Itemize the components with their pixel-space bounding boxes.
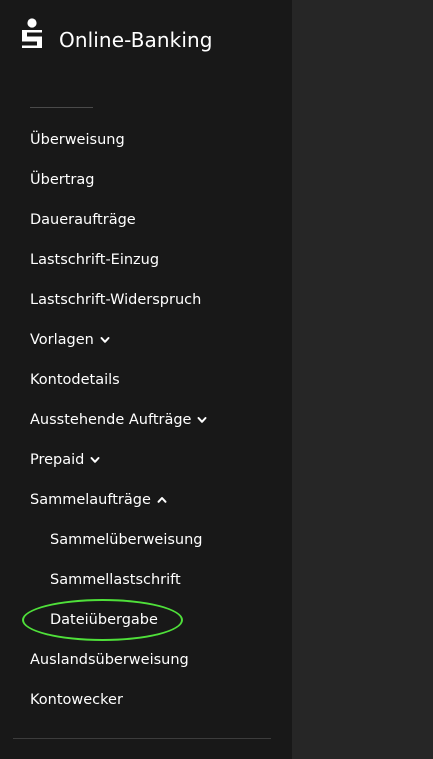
nav-item-label: Übertrag xyxy=(30,172,95,188)
nav-item-label: Sammellastschrift xyxy=(50,572,181,588)
nav-item-uebertrag[interactable]: Übertrag xyxy=(0,160,292,200)
nav-item-kontowecker[interactable]: Kontowecker xyxy=(0,680,292,720)
nav-item-dateiuebergabe[interactable]: Dateiübergabe xyxy=(0,600,292,640)
nav-item-sammellastschrift[interactable]: Sammellastschrift xyxy=(0,560,292,600)
nav-item-label: Lastschrift-Widerspruch xyxy=(30,292,202,308)
chevron-up-icon xyxy=(157,495,167,505)
brand-title: Online-Banking xyxy=(59,28,213,52)
sparkasse-logo-icon xyxy=(22,18,42,48)
nav-item-sammelauftraege[interactable]: Sammelaufträge xyxy=(0,480,292,520)
nav-item-label: Dateiübergabe xyxy=(50,612,158,628)
brand[interactable]: Online-Banking xyxy=(19,18,213,52)
nav-item-ueberweisung[interactable]: Überweisung xyxy=(0,120,292,160)
nav-item-label: Ausstehende Aufträge xyxy=(30,412,192,428)
nav-item-label: Vorlagen xyxy=(30,332,94,348)
nav-menu: Überweisung Übertrag Daueraufträge Lasts… xyxy=(0,120,292,720)
chevron-down-icon xyxy=(197,415,207,425)
nav-item-lastschrift-einzug[interactable]: Lastschrift-Einzug xyxy=(0,240,292,280)
divider xyxy=(30,107,93,108)
chevron-down-icon xyxy=(100,335,110,345)
nav-item-label: Überweisung xyxy=(30,132,125,148)
divider xyxy=(13,738,271,739)
nav-item-ausstehende-auftraege[interactable]: Ausstehende Aufträge xyxy=(0,400,292,440)
nav-item-label: Kontodetails xyxy=(30,372,120,388)
nav-item-lastschrift-widerspruch[interactable]: Lastschrift-Widerspruch xyxy=(0,280,292,320)
nav-item-label: Sammelüberweisung xyxy=(50,532,203,548)
nav-item-label: Lastschrift-Einzug xyxy=(30,252,160,268)
nav-item-label: Sammelaufträge xyxy=(30,492,151,508)
chevron-down-icon xyxy=(90,455,100,465)
nav-item-kontodetails[interactable]: Kontodetails xyxy=(0,360,292,400)
nav-item-label: Kontowecker xyxy=(30,692,123,708)
page: Online-Banking Überweisung Übertrag Daue… xyxy=(0,0,433,759)
nav-item-dauerauftraege[interactable]: Daueraufträge xyxy=(0,200,292,240)
nav-item-label: Auslandsüberweisung xyxy=(30,652,189,668)
sidebar: Online-Banking Überweisung Übertrag Daue… xyxy=(0,0,292,759)
nav-item-auslandsueberweisung[interactable]: Auslandsüberweisung xyxy=(0,640,292,680)
nav-item-sammelueberweisung[interactable]: Sammelüberweisung xyxy=(0,520,292,560)
nav-item-label: Prepaid xyxy=(30,452,85,468)
nav-item-prepaid[interactable]: Prepaid xyxy=(0,440,292,480)
nav-item-vorlagen[interactable]: Vorlagen xyxy=(0,320,292,360)
nav-item-label: Daueraufträge xyxy=(30,212,136,228)
